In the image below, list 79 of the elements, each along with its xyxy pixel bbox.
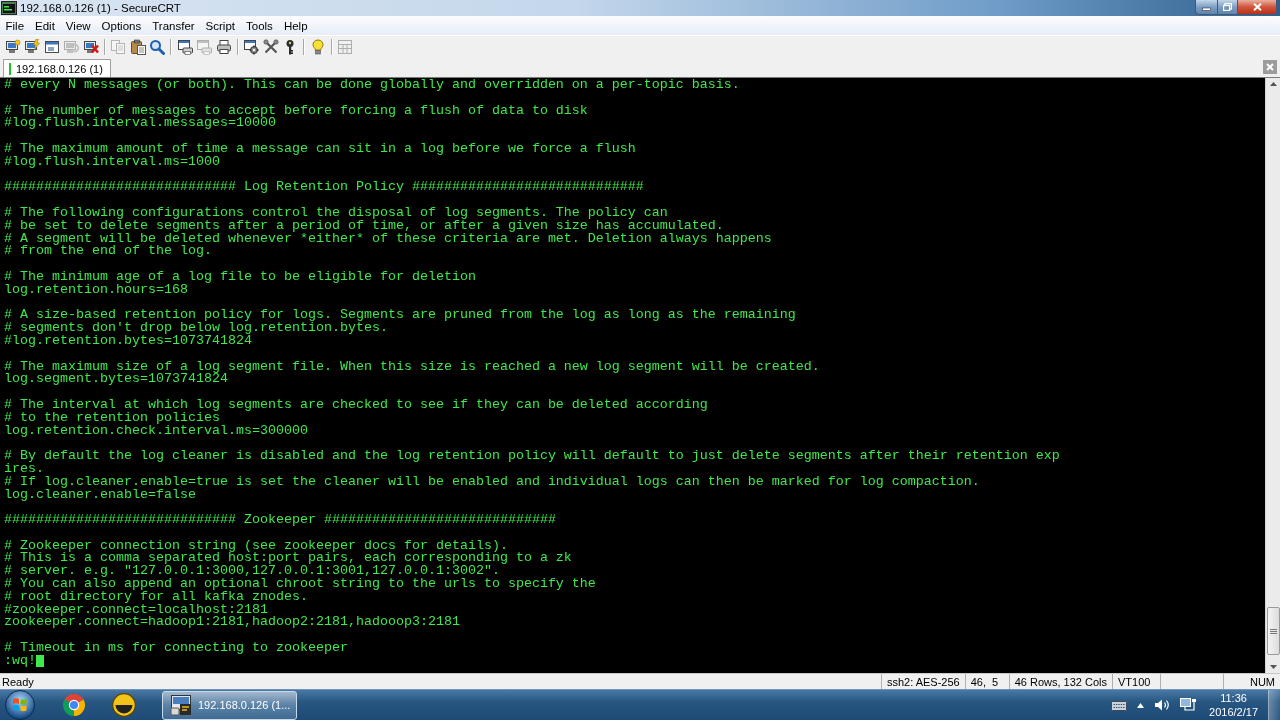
up-arrow-icon[interactable] [1137,702,1145,708]
terminal-line: # segments don't drop below log.retention.bytes. [4,322,388,335]
close-button[interactable] [1238,0,1277,15]
menu-item[interactable]: Tools [240,19,279,32]
terminal-line: ires. [4,462,44,476]
terminal-line: # The number of messages to accept before forcing a flush of data to disk [4,104,588,118]
taskbar-window-button[interactable]: 192.168.0.126 (1... [162,690,298,720]
terminal-line: # You can also append an optional chroot string to the urls to specify the [4,578,596,591]
terminal-line: # The minimum age of a log file to be eligible for deletion [4,270,476,284]
close-icon [1252,3,1262,11]
terminal-line: # Zookeeper connection string (see zookeeper docs for details). [4,539,508,553]
printer-icon[interactable] [215,38,232,55]
terminal-line: # server. e.g. "127.0.0.1:3000,127.0.0.1:3001,127.0.0.1:3002". [4,565,500,579]
scrollbar[interactable] [1265,78,1280,673]
clock-date[interactable]: 2016/2/17 [1209,705,1258,719]
terminal-line: # be set to delete segments after a period of time, or after a given size has accumulated. [4,219,724,233]
menu-item[interactable]: File [0,19,30,32]
terminal-line: #zookeeper.connect=localhost:2181 [4,603,268,617]
terminal-line: ############################# Log Retention Policy ############################# [4,181,644,195]
terminal-line: #log.flush.interval.ms=1000 [4,155,220,169]
terminal-line: # The maximum amount of time a message can sit in a log before we force a flush [4,143,636,156]
clipboard-icon[interactable] [129,38,146,55]
browser-icon[interactable] [62,693,86,717]
close-icon[interactable] [1263,60,1277,74]
terminal-line: # If log.cleaner.enable=true is set the cleaner will be enabled and individual logs can then be marked for log compaction. [4,475,980,489]
terminal-line: # The interval at which log segments are checked to see if they can be deleted according [4,398,708,412]
terminal-line: log.segment.bytes=1073741824 [4,373,228,387]
terminal-line: # from the end of the log. [4,245,212,259]
terminal-line: ############################# Zookeeper ############################# [4,514,556,527]
terminal-line: # A size-based retention policy for logs. Segments are pruned from the log as long as the remaining [4,309,796,323]
speaker-icon[interactable] [1154,698,1171,712]
menu-item[interactable]: Script [200,19,241,32]
restore-button[interactable] [1218,0,1238,15]
terminal-line: # The following configurations control the disposal of log segments. The policy can [4,206,668,220]
show-desktop-button[interactable] [1268,690,1280,720]
minimize-button[interactable] [1195,0,1218,15]
window-title: 192.168.0.126 (1) - SecureCRT [20,2,181,14]
terminal-line: # to the retention policies [4,411,220,425]
terminal-line: #log.flush.interval.messages=10000 [4,117,276,131]
command-text: :wq! [4,652,36,668]
window-gear-icon[interactable] [243,38,260,55]
network-icon[interactable] [1180,698,1197,712]
crossed-tools-icon[interactable] [262,38,279,55]
terminal-line: #log.retention.bytes=1073741824 [4,334,252,348]
menu-item[interactable]: Edit [29,19,61,32]
scroll-thumb[interactable] [1266,607,1280,655]
window-printer-icon[interactable] [176,38,193,55]
computer-icon[interactable] [4,38,21,55]
terminal-line: # This is a comma separated host:port pairs, each corresponding to a zk [4,552,572,566]
terminal-line: # every N messages (or both). This can be done globally and overridden on a per-topic basis. [4,79,740,92]
terminal-line: zookeeper.connect=hadoop1:2181,hadoop2:2181,hadooop3:2181 [4,616,460,630]
computer-lightning-icon[interactable] [24,38,41,55]
status-message: Ready [2,675,34,688]
computer-cross-icon[interactable] [82,38,99,55]
menu-item[interactable]: View [60,19,97,32]
menu-item[interactable]: Transfer [146,19,201,32]
terminal-line: log.retention.hours=168 [4,283,188,297]
session-tab[interactable]: 192.168.0.126 (1) [3,59,111,77]
restore-icon [1223,3,1232,11]
window-icon[interactable] [43,38,60,55]
keyboard-icon[interactable] [1111,699,1128,711]
terminal-line: log.retention.check.interval.ms=300000 [4,424,308,438]
terminal-line: # A segment will be deleted whenever *either* of these criteria are met. Deletion always happens [4,232,772,246]
clock-time[interactable]: 11:36 [1220,691,1247,705]
start-orb-icon[interactable] [5,690,35,720]
up-arrow-icon[interactable] [1269,82,1277,86]
terminal-line: # Timeout in ms for connecting to zookeeper [4,642,348,655]
terminal-line: # By default the log cleaner is disabled and the log retention policy will default to just delete segments after their retention exp [4,450,1060,463]
terminal-line: log.cleaner.enable=false [4,488,196,502]
terminal-lock-icon [169,693,193,717]
terminal-line: # root directory for all kafka znodes. [4,590,308,604]
terminal-line: # The maximum size of a log segment file. When this size is reached a new log segment will be created. [4,360,820,374]
lightbulb-icon[interactable] [309,38,326,55]
down-arrow-icon[interactable] [1269,665,1277,669]
menu-item[interactable]: Options [96,19,147,32]
search-icon[interactable] [149,38,166,55]
menu-item[interactable]: Help [278,19,314,32]
app-icon [1,1,17,15]
round-logo-icon[interactable] [112,693,136,717]
